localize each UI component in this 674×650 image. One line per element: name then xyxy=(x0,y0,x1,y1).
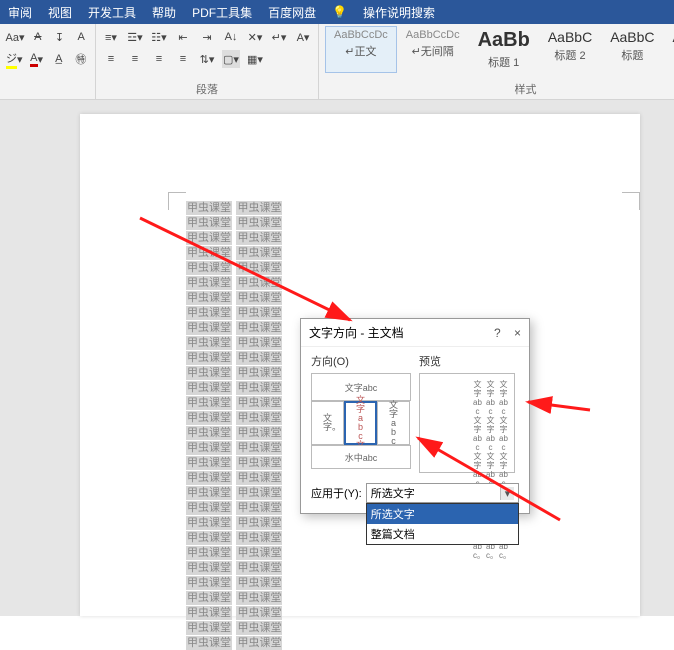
font-color-btn[interactable]: A▾ xyxy=(29,50,45,68)
shading-btn[interactable]: ▢▾ xyxy=(222,50,240,68)
align-justify-btn[interactable]: ≡ xyxy=(174,50,192,68)
style-subtitle[interactable]: AaBbC副标题 xyxy=(664,26,674,73)
paragraph-label: 段落 xyxy=(102,81,312,99)
orient-option-vert3[interactable]: 文字abc xyxy=(377,401,410,445)
menu-help[interactable]: 帮助 xyxy=(152,4,176,21)
indent-inc-btn[interactable]: ⇥ xyxy=(198,28,216,46)
option-selected-text[interactable]: 所选文字 xyxy=(367,504,518,524)
font-size-btn[interactable]: Aa▾ xyxy=(6,28,24,46)
multilevel-btn[interactable]: ☷▾ xyxy=(150,28,168,46)
combo-value: 所选文字 xyxy=(371,485,415,501)
asian-layout-btn[interactable]: ✕▾ xyxy=(246,28,264,46)
orient-option-vert1[interactable]: 文字。 xyxy=(311,401,344,445)
styles-gallery[interactable]: AaBbCcDc↵正文 AaBbCcDc↵无间隔 AaBb标题 1 AaBbC标… xyxy=(325,26,674,73)
style-heading1[interactable]: AaBb标题 1 xyxy=(469,26,539,73)
dialog-help-btn[interactable]: ? xyxy=(494,326,501,340)
preview-label: 预览 xyxy=(419,353,515,369)
margin-corner-tl xyxy=(168,192,186,210)
chevron-down-icon[interactable]: ▾ xyxy=(500,487,514,500)
menu-review[interactable]: 审阅 xyxy=(8,4,32,21)
apply-to-dropdown: 所选文字 整篇文档 xyxy=(366,503,519,545)
menu-view[interactable]: 视图 xyxy=(48,4,72,21)
styles-label: 样式 xyxy=(325,81,674,99)
indent-dec-btn[interactable]: ⇤ xyxy=(174,28,192,46)
show-marks-btn[interactable]: ↵▾ xyxy=(270,28,288,46)
search-hint[interactable]: 操作说明搜索 xyxy=(363,4,435,21)
align-dist-btn[interactable]: A▾ xyxy=(294,28,312,46)
styles-group: AaBbCcDc↵正文 AaBbCcDc↵无间隔 AaBb标题 1 AaBbC标… xyxy=(319,24,674,99)
style-normal[interactable]: AaBbCcDc↵正文 xyxy=(325,26,397,73)
numbering-btn[interactable]: ☲▾ xyxy=(126,28,144,46)
apply-to-label: 应用于(Y): xyxy=(311,485,362,501)
menu-dev[interactable]: 开发工具 xyxy=(88,4,136,21)
line-spacing-btn[interactable]: ⇅▾ xyxy=(198,50,216,68)
menu-pdf[interactable]: PDF工具集 xyxy=(192,4,252,21)
dialog-close-btn[interactable]: × xyxy=(514,326,521,340)
margin-corner-tr xyxy=(622,192,640,210)
selected-text-block[interactable]: 甲虫课堂 甲虫课堂甲虫课堂 甲虫课堂甲虫课堂 甲虫课堂甲虫课堂 甲虫课堂甲虫课堂… xyxy=(186,200,296,610)
orient-option-bottom[interactable]: 水中abc xyxy=(311,445,411,469)
orientation-grid: 文字abc 文字。 文字abc文 文字abc 水中abc xyxy=(311,373,411,469)
char-border-btn[interactable]: A̲ xyxy=(51,50,67,68)
style-title[interactable]: AaBbC标题 xyxy=(601,26,663,73)
apply-to-combo[interactable]: 所选文字 ▾ 所选文字 整篇文档 xyxy=(366,483,519,503)
align-right-btn[interactable]: ≡ xyxy=(150,50,168,68)
paragraph-group: ≡▾ ☲▾ ☷▾ ⇤ ⇥ A↓ ✕▾ ↵▾ A▾ ≡ ≡ ≡ ≡ ⇅▾ ▢▾ ▦… xyxy=(96,24,319,99)
ribbon: Aa▾ A ↧ A ジ▾ A▾ A̲ ㊕ ≡▾ ☲▾ ☷▾ ⇤ ⇥ A↓ ✕ xyxy=(0,24,674,100)
option-whole-doc[interactable]: 整篇文档 xyxy=(367,524,518,544)
page-area: 甲虫课堂 甲虫课堂甲虫课堂 甲虫课堂甲虫课堂 甲虫课堂甲虫课堂 甲虫课堂甲虫课堂… xyxy=(0,100,674,616)
highlight-btn[interactable]: ジ▾ xyxy=(6,50,23,68)
dialog-title-text: 文字方向 - 主文档 xyxy=(309,324,404,341)
borders-btn[interactable]: ▦▾ xyxy=(246,50,264,68)
search-icon: 💡 xyxy=(332,5,347,19)
align-center-btn[interactable]: ≡ xyxy=(126,50,144,68)
style-nospacing[interactable]: AaBbCcDc↵无间隔 xyxy=(397,26,469,73)
text-effects-btn[interactable]: A xyxy=(73,28,89,46)
bullets-btn[interactable]: ≡▾ xyxy=(102,28,120,46)
menubar: 审阅 视图 开发工具 帮助 PDF工具集 百度网盘 💡 操作说明搜索 xyxy=(0,0,674,24)
sort-btn[interactable]: A↓ xyxy=(222,28,240,46)
strike-btn[interactable]: A xyxy=(30,28,46,46)
sub-btn[interactable]: ↧ xyxy=(52,28,68,46)
orientation-label: 方向(O) xyxy=(311,353,411,369)
dialog-titlebar[interactable]: 文字方向 - 主文档 ? × xyxy=(301,319,529,347)
font-group: Aa▾ A ↧ A ジ▾ A▾ A̲ ㊕ xyxy=(0,24,96,99)
menu-baidu[interactable]: 百度网盘 xyxy=(268,4,316,21)
orient-option-vert2[interactable]: 文字abc文 xyxy=(344,401,377,445)
preview-box: 文字abc文字abc文字abc文字abc文字abc。 文字abc文字abc文字a… xyxy=(419,373,515,473)
enclose-btn[interactable]: ㊕ xyxy=(73,50,89,68)
font-group-label xyxy=(6,97,89,99)
align-left-btn[interactable]: ≡ xyxy=(102,50,120,68)
style-heading2[interactable]: AaBbC标题 2 xyxy=(539,26,601,73)
text-direction-dialog: 文字方向 - 主文档 ? × 方向(O) 文字abc 文字。 文字abc文 文字… xyxy=(300,318,530,514)
